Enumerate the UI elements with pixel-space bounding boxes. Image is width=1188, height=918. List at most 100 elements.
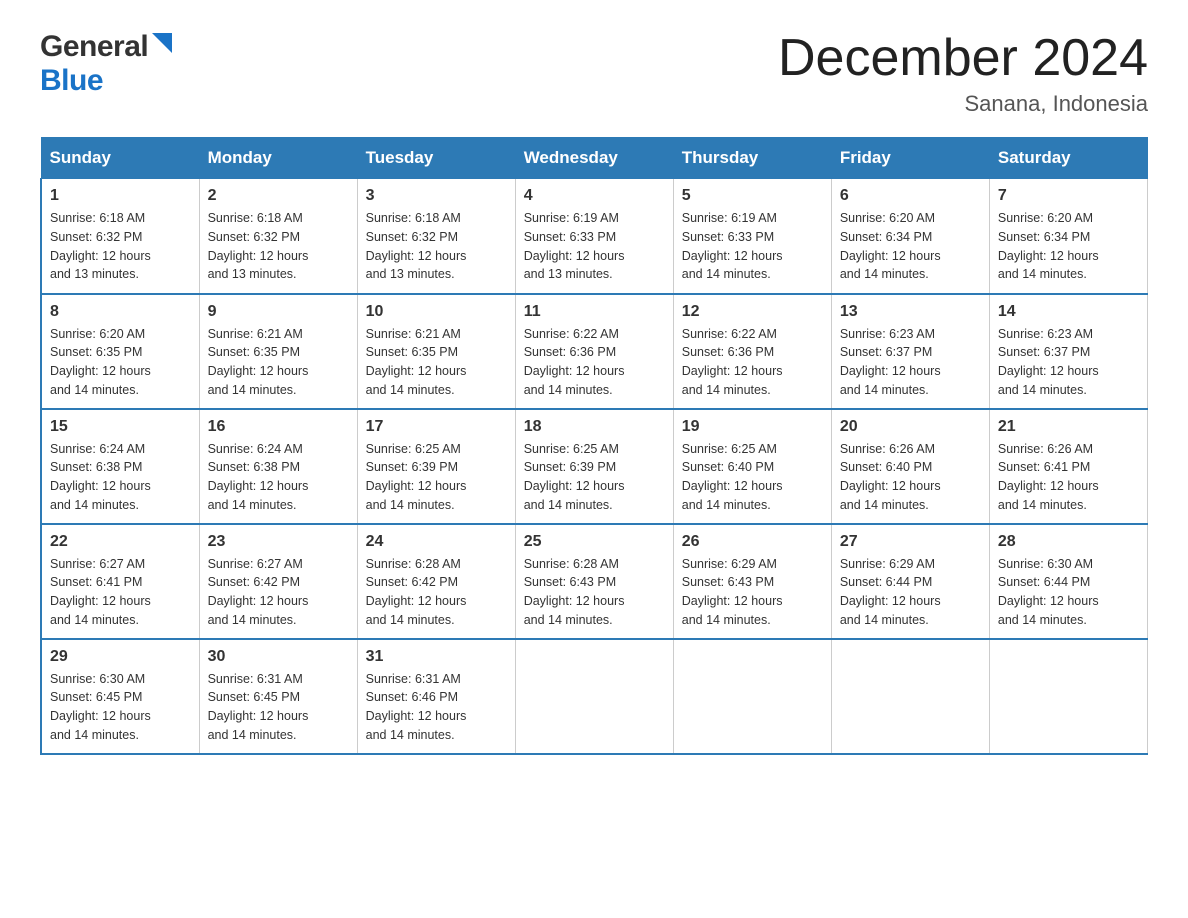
day-info: Sunrise: 6:28 AM Sunset: 6:42 PM Dayligh… [366, 555, 507, 630]
day-info: Sunrise: 6:23 AM Sunset: 6:37 PM Dayligh… [840, 325, 981, 400]
calendar-cell: 26 Sunrise: 6:29 AM Sunset: 6:43 PM Dayl… [673, 524, 831, 639]
calendar-subtitle: Sanana, Indonesia [778, 91, 1148, 117]
calendar-cell: 11 Sunrise: 6:22 AM Sunset: 6:36 PM Dayl… [515, 294, 673, 409]
day-info: Sunrise: 6:20 AM Sunset: 6:34 PM Dayligh… [998, 209, 1139, 284]
day-info: Sunrise: 6:23 AM Sunset: 6:37 PM Dayligh… [998, 325, 1139, 400]
day-info: Sunrise: 6:21 AM Sunset: 6:35 PM Dayligh… [208, 325, 349, 400]
calendar-cell: 20 Sunrise: 6:26 AM Sunset: 6:40 PM Dayl… [831, 409, 989, 524]
day-info: Sunrise: 6:30 AM Sunset: 6:45 PM Dayligh… [50, 670, 191, 745]
calendar-title: December 2024 [778, 30, 1148, 87]
day-number: 14 [998, 303, 1139, 321]
day-info: Sunrise: 6:28 AM Sunset: 6:43 PM Dayligh… [524, 555, 665, 630]
calendar-cell [515, 639, 673, 754]
day-info: Sunrise: 6:31 AM Sunset: 6:46 PM Dayligh… [366, 670, 507, 745]
calendar-cell: 31 Sunrise: 6:31 AM Sunset: 6:46 PM Dayl… [357, 639, 515, 754]
calendar-cell: 15 Sunrise: 6:24 AM Sunset: 6:38 PM Dayl… [41, 409, 199, 524]
day-info: Sunrise: 6:19 AM Sunset: 6:33 PM Dayligh… [524, 209, 665, 284]
day-number: 20 [840, 418, 981, 436]
day-info: Sunrise: 6:18 AM Sunset: 6:32 PM Dayligh… [208, 209, 349, 284]
day-info: Sunrise: 6:22 AM Sunset: 6:36 PM Dayligh… [682, 325, 823, 400]
calendar-header: SundayMondayTuesdayWednesdayThursdayFrid… [41, 138, 1148, 179]
calendar-cell: 22 Sunrise: 6:27 AM Sunset: 6:41 PM Dayl… [41, 524, 199, 639]
calendar-cell: 8 Sunrise: 6:20 AM Sunset: 6:35 PM Dayli… [41, 294, 199, 409]
calendar-cell: 30 Sunrise: 6:31 AM Sunset: 6:45 PM Dayl… [199, 639, 357, 754]
column-header-saturday: Saturday [989, 138, 1147, 179]
calendar-cell [989, 639, 1147, 754]
week-row-5: 29 Sunrise: 6:30 AM Sunset: 6:45 PM Dayl… [41, 639, 1148, 754]
column-header-wednesday: Wednesday [515, 138, 673, 179]
day-info: Sunrise: 6:29 AM Sunset: 6:43 PM Dayligh… [682, 555, 823, 630]
day-number: 25 [524, 533, 665, 551]
day-number: 23 [208, 533, 349, 551]
column-header-tuesday: Tuesday [357, 138, 515, 179]
day-number: 18 [524, 418, 665, 436]
day-info: Sunrise: 6:22 AM Sunset: 6:36 PM Dayligh… [524, 325, 665, 400]
day-number: 28 [998, 533, 1139, 551]
day-number: 21 [998, 418, 1139, 436]
logo-general: General [40, 30, 148, 64]
day-info: Sunrise: 6:25 AM Sunset: 6:39 PM Dayligh… [366, 440, 507, 515]
calendar-cell: 13 Sunrise: 6:23 AM Sunset: 6:37 PM Dayl… [831, 294, 989, 409]
calendar-cell: 27 Sunrise: 6:29 AM Sunset: 6:44 PM Dayl… [831, 524, 989, 639]
calendar-cell: 3 Sunrise: 6:18 AM Sunset: 6:32 PM Dayli… [357, 179, 515, 294]
day-info: Sunrise: 6:25 AM Sunset: 6:40 PM Dayligh… [682, 440, 823, 515]
day-info: Sunrise: 6:21 AM Sunset: 6:35 PM Dayligh… [366, 325, 507, 400]
calendar-cell: 25 Sunrise: 6:28 AM Sunset: 6:43 PM Dayl… [515, 524, 673, 639]
calendar-cell: 21 Sunrise: 6:26 AM Sunset: 6:41 PM Dayl… [989, 409, 1147, 524]
day-number: 27 [840, 533, 981, 551]
calendar-cell: 19 Sunrise: 6:25 AM Sunset: 6:40 PM Dayl… [673, 409, 831, 524]
day-number: 12 [682, 303, 823, 321]
logo: General Blue [40, 30, 172, 98]
calendar-cell: 14 Sunrise: 6:23 AM Sunset: 6:37 PM Dayl… [989, 294, 1147, 409]
day-info: Sunrise: 6:24 AM Sunset: 6:38 PM Dayligh… [50, 440, 191, 515]
week-row-4: 22 Sunrise: 6:27 AM Sunset: 6:41 PM Dayl… [41, 524, 1148, 639]
header-row: SundayMondayTuesdayWednesdayThursdayFrid… [41, 138, 1148, 179]
day-info: Sunrise: 6:19 AM Sunset: 6:33 PM Dayligh… [682, 209, 823, 284]
column-header-thursday: Thursday [673, 138, 831, 179]
day-info: Sunrise: 6:25 AM Sunset: 6:39 PM Dayligh… [524, 440, 665, 515]
calendar-cell: 7 Sunrise: 6:20 AM Sunset: 6:34 PM Dayli… [989, 179, 1147, 294]
page-header: General Blue December 2024 Sanana, Indon… [40, 30, 1148, 117]
calendar-body: 1 Sunrise: 6:18 AM Sunset: 6:32 PM Dayli… [41, 179, 1148, 754]
calendar-cell: 16 Sunrise: 6:24 AM Sunset: 6:38 PM Dayl… [199, 409, 357, 524]
day-number: 11 [524, 303, 665, 321]
column-header-monday: Monday [199, 138, 357, 179]
calendar-cell: 4 Sunrise: 6:19 AM Sunset: 6:33 PM Dayli… [515, 179, 673, 294]
day-info: Sunrise: 6:29 AM Sunset: 6:44 PM Dayligh… [840, 555, 981, 630]
day-number: 9 [208, 303, 349, 321]
calendar-title-block: December 2024 Sanana, Indonesia [778, 30, 1148, 117]
day-info: Sunrise: 6:30 AM Sunset: 6:44 PM Dayligh… [998, 555, 1139, 630]
day-number: 5 [682, 187, 823, 205]
day-info: Sunrise: 6:20 AM Sunset: 6:34 PM Dayligh… [840, 209, 981, 284]
week-row-3: 15 Sunrise: 6:24 AM Sunset: 6:38 PM Dayl… [41, 409, 1148, 524]
day-info: Sunrise: 6:27 AM Sunset: 6:41 PM Dayligh… [50, 555, 191, 630]
day-number: 13 [840, 303, 981, 321]
day-info: Sunrise: 6:18 AM Sunset: 6:32 PM Dayligh… [366, 209, 507, 284]
calendar-cell: 17 Sunrise: 6:25 AM Sunset: 6:39 PM Dayl… [357, 409, 515, 524]
day-number: 10 [366, 303, 507, 321]
day-number: 26 [682, 533, 823, 551]
day-number: 4 [524, 187, 665, 205]
day-info: Sunrise: 6:24 AM Sunset: 6:38 PM Dayligh… [208, 440, 349, 515]
calendar-cell: 10 Sunrise: 6:21 AM Sunset: 6:35 PM Dayl… [357, 294, 515, 409]
day-number: 17 [366, 418, 507, 436]
calendar-cell: 12 Sunrise: 6:22 AM Sunset: 6:36 PM Dayl… [673, 294, 831, 409]
day-info: Sunrise: 6:26 AM Sunset: 6:40 PM Dayligh… [840, 440, 981, 515]
day-number: 6 [840, 187, 981, 205]
day-info: Sunrise: 6:26 AM Sunset: 6:41 PM Dayligh… [998, 440, 1139, 515]
logo-blue: Blue [40, 64, 103, 98]
logo-triangle-icon [150, 33, 172, 58]
column-header-friday: Friday [831, 138, 989, 179]
day-number: 3 [366, 187, 507, 205]
calendar-cell: 9 Sunrise: 6:21 AM Sunset: 6:35 PM Dayli… [199, 294, 357, 409]
calendar-cell [673, 639, 831, 754]
day-info: Sunrise: 6:27 AM Sunset: 6:42 PM Dayligh… [208, 555, 349, 630]
calendar-cell: 23 Sunrise: 6:27 AM Sunset: 6:42 PM Dayl… [199, 524, 357, 639]
week-row-1: 1 Sunrise: 6:18 AM Sunset: 6:32 PM Dayli… [41, 179, 1148, 294]
calendar-cell: 1 Sunrise: 6:18 AM Sunset: 6:32 PM Dayli… [41, 179, 199, 294]
day-number: 29 [50, 648, 191, 666]
calendar-cell: 2 Sunrise: 6:18 AM Sunset: 6:32 PM Dayli… [199, 179, 357, 294]
day-info: Sunrise: 6:20 AM Sunset: 6:35 PM Dayligh… [50, 325, 191, 400]
day-number: 31 [366, 648, 507, 666]
calendar-cell: 28 Sunrise: 6:30 AM Sunset: 6:44 PM Dayl… [989, 524, 1147, 639]
